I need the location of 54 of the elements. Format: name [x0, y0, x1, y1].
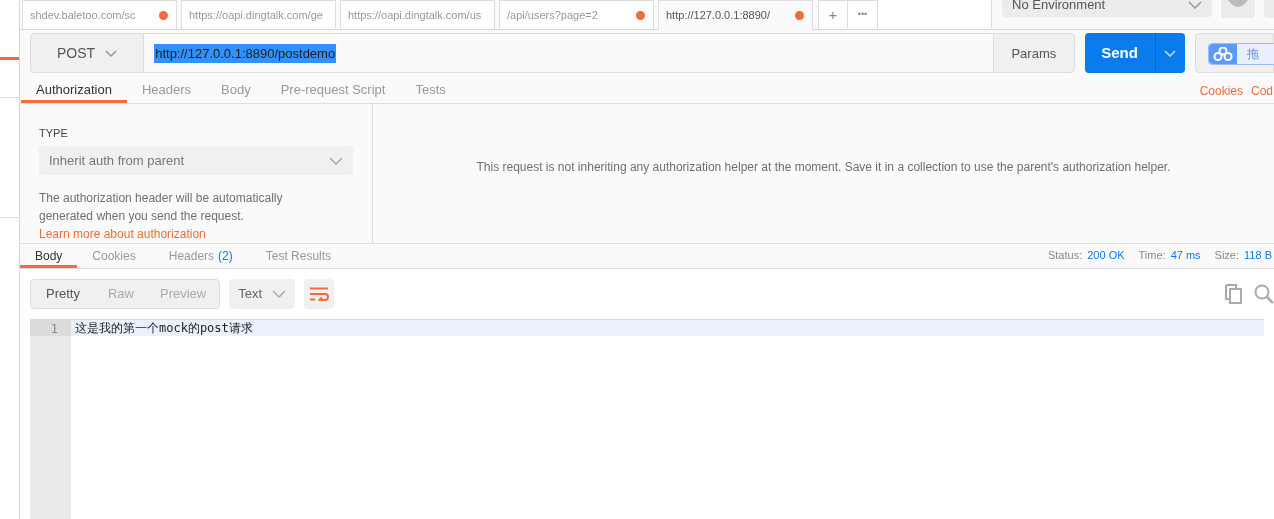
request-tab[interactable]: https://oapi.dingtalk.com/us: [340, 0, 495, 29]
auth-type-dropdown[interactable]: Inherit auth from parent: [39, 146, 353, 175]
eye-icon: [1228, 0, 1248, 8]
cloud-icon: [1212, 47, 1233, 62]
meta-label: Status:: [1047, 247, 1083, 263]
request-tab[interactable]: /api/users?page=2: [499, 0, 654, 29]
send-options-button[interactable]: [1154, 33, 1185, 74]
floating-widget[interactable]: 拖: [1207, 43, 1274, 66]
line-number: 1: [30, 320, 71, 336]
request-section-tab[interactable]: Pre-request Script: [265, 77, 401, 103]
widget-label: 拖: [1246, 46, 1259, 64]
header-link[interactable]: Cod: [1251, 79, 1273, 101]
chevron-down-icon: [105, 49, 118, 57]
environment-dropdown[interactable]: No Environment: [1002, 0, 1212, 17]
chevron-down-icon: [1188, 1, 1202, 9]
response-tab[interactable]: Cookies: [82, 244, 146, 268]
meta-value: 200 OK: [1087, 247, 1125, 263]
meta-label: Time:: [1138, 247, 1166, 263]
format-dropdown[interactable]: Text: [229, 279, 296, 309]
meta-label: Size:: [1214, 247, 1240, 263]
view-mode-tab[interactable]: Pretty: [31, 280, 95, 308]
meta-value: 47 ms: [1170, 247, 1201, 263]
search-icon[interactable]: [1254, 284, 1274, 304]
request-tab[interactable]: http://127.0.0.1:8890/: [658, 0, 813, 30]
method-dropdown[interactable]: POST: [30, 33, 145, 74]
auth-help-text: The authorization header will be automatically generated when you send the request. Learn more about authorization: [39, 190, 284, 243]
request-section-tab[interactable]: Authorization: [21, 77, 127, 103]
learn-more-link[interactable]: Learn more about authorization: [39, 227, 206, 241]
auth-message: This request is not inheriting any authorization helper at the moment. Save it in a collection to use the parent's authorization helper.: [476, 159, 1171, 177]
request-tab[interactable]: https://oapi.dingtalk.com/ge: [181, 0, 336, 29]
view-mode-tab[interactable]: Preview: [147, 280, 220, 308]
request-tab[interactable]: shdev.baletoo.com/sc: [22, 0, 177, 29]
code-line: 这是我的第一个mock的post请求: [74, 320, 253, 336]
header-link[interactable]: Cookies: [1199, 79, 1243, 101]
response-tab[interactable]: Headers (2): [158, 244, 243, 268]
response-tab[interactable]: Test Results: [255, 244, 342, 268]
copy-icon: [1225, 284, 1243, 304]
chevron-down-icon: [1164, 49, 1177, 57]
url-field[interactable]: http://127.0.0.1:8890/postdemo: [144, 33, 994, 74]
meta-value: 118 B: [1244, 247, 1272, 263]
new-tab-button[interactable]: +: [819, 1, 848, 29]
type-label: TYPE: [39, 125, 69, 141]
chevron-down-icon: [329, 156, 343, 165]
send-button[interactable]: Send: [1084, 33, 1155, 74]
request-section-tab[interactable]: Body: [206, 77, 266, 103]
view-mode-tab[interactable]: Raw: [94, 280, 147, 308]
eye-button[interactable]: [1221, 0, 1255, 18]
more-tabs-button[interactable]: •••: [848, 1, 877, 29]
chevron-down-icon: [272, 290, 287, 298]
params-button[interactable]: Params: [993, 33, 1075, 74]
request-section-tab[interactable]: Headers: [126, 77, 207, 103]
wrap-lines-icon: [309, 287, 330, 301]
wrap-lines-button[interactable]: [304, 279, 335, 309]
request-section-tab[interactable]: Tests: [400, 77, 461, 103]
